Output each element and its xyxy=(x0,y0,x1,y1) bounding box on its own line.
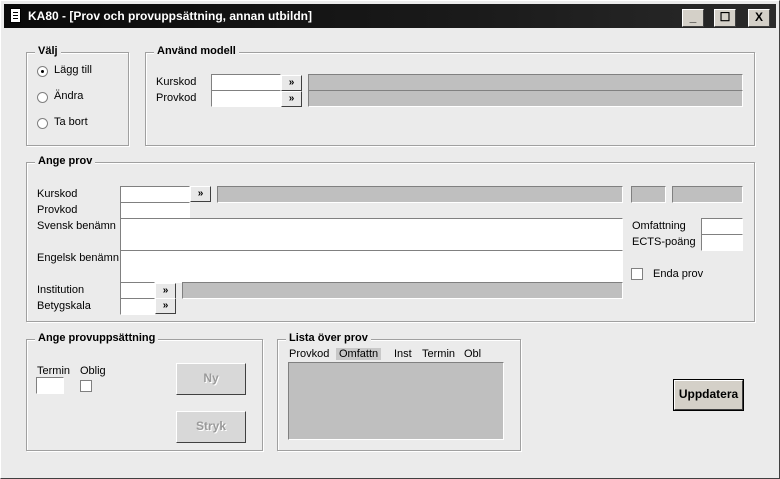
radio-ta-bort-label: Ta bort xyxy=(54,116,88,128)
prov-list[interactable] xyxy=(288,362,504,440)
lista-legend: Lista över prov xyxy=(286,332,371,344)
institution-lookup-button[interactable]: » xyxy=(155,283,176,299)
prov-kurs-namn-display xyxy=(217,186,623,203)
radio-ta-bort[interactable] xyxy=(37,118,48,129)
institution-namn-display xyxy=(182,282,623,299)
radio-andra[interactable] xyxy=(37,92,48,103)
radio-lagg-till[interactable] xyxy=(37,66,48,77)
modell-provkod-input[interactable] xyxy=(211,90,281,107)
ny-button[interactable]: Ny xyxy=(176,363,246,395)
valj-legend: Välj xyxy=(35,45,61,57)
prov-kurskod-input[interactable] xyxy=(120,186,190,203)
modell-kurs-namn-display xyxy=(308,74,743,91)
column-header-termin[interactable]: Termin xyxy=(422,348,455,360)
column-header-obl[interactable]: Obl xyxy=(464,348,481,360)
uppdatera-button[interactable]: Uppdatera xyxy=(673,379,744,411)
stryk-button[interactable]: Stryk xyxy=(176,411,246,443)
modell-provkod-lookup-button[interactable]: » xyxy=(281,91,302,107)
oblig-checkbox[interactable] xyxy=(80,380,92,392)
prov-kurs-extra-display-1 xyxy=(631,186,666,203)
prov-kurskod-lookup-button[interactable]: » xyxy=(190,186,211,202)
engelsk-benamn-label: Engelsk benämn xyxy=(37,252,119,264)
prov-kurskod-label: Kurskod xyxy=(37,188,78,200)
betygskala-lookup-button[interactable]: » xyxy=(155,298,176,314)
betygskala-input[interactable] xyxy=(120,298,155,315)
omfattning-label: Omfattning xyxy=(632,220,686,232)
column-header-omfattn[interactable]: Omfattn xyxy=(336,348,382,360)
prov-provkod-label: Provkod xyxy=(37,204,78,216)
prov-kurs-extra-display-2 xyxy=(672,186,743,203)
ects-input[interactable] xyxy=(701,234,743,251)
ange-provuppsattning-legend: Ange provuppsättning xyxy=(35,332,159,344)
maximize-button[interactable]: ☐ xyxy=(714,9,736,27)
prov-provkod-input[interactable] xyxy=(120,202,190,219)
modell-kurskod-lookup-button[interactable]: » xyxy=(281,75,302,91)
modell-kurskod-label: Kurskod xyxy=(156,76,197,88)
termin-label: Termin xyxy=(37,365,71,377)
title-bar[interactable]: KA80 - [Prov och provuppsättning, annan … xyxy=(4,4,776,28)
modell-prov-namn-display xyxy=(308,90,743,107)
betygskala-label: Betygskala xyxy=(37,300,91,312)
omfattning-input[interactable] xyxy=(701,218,743,235)
ects-label: ECTS-poäng xyxy=(632,236,696,248)
radio-lagg-till-label: Lägg till xyxy=(54,64,92,76)
termin-input[interactable] xyxy=(36,377,64,394)
close-button[interactable]: X xyxy=(748,9,770,27)
ange-prov-legend: Ange prov xyxy=(35,155,96,167)
column-header-provkod[interactable]: Provkod xyxy=(289,348,329,360)
column-header-inst[interactable]: Inst xyxy=(394,348,412,360)
radio-andra-label: Ändra xyxy=(54,90,84,102)
modell-provkod-label: Provkod xyxy=(156,92,197,104)
document-icon xyxy=(10,8,21,23)
engelsk-benamn-input[interactable] xyxy=(120,250,623,283)
window-title: KA80 - [Prov och provuppsättning, annan … xyxy=(28,9,312,23)
minimize-button[interactable]: _ xyxy=(682,9,704,27)
modell-kurskod-input[interactable] xyxy=(211,74,281,91)
enda-prov-label: Enda prov xyxy=(653,268,704,280)
oblig-label: Oblig xyxy=(80,365,106,377)
svensk-benamn-label: Svensk benämn xyxy=(37,220,116,232)
anvand-modell-legend: Använd modell xyxy=(154,45,239,57)
institution-input[interactable] xyxy=(120,282,155,299)
enda-prov-checkbox[interactable] xyxy=(631,268,643,280)
institution-label: Institution xyxy=(37,284,85,296)
svensk-benamn-input[interactable] xyxy=(120,218,623,251)
